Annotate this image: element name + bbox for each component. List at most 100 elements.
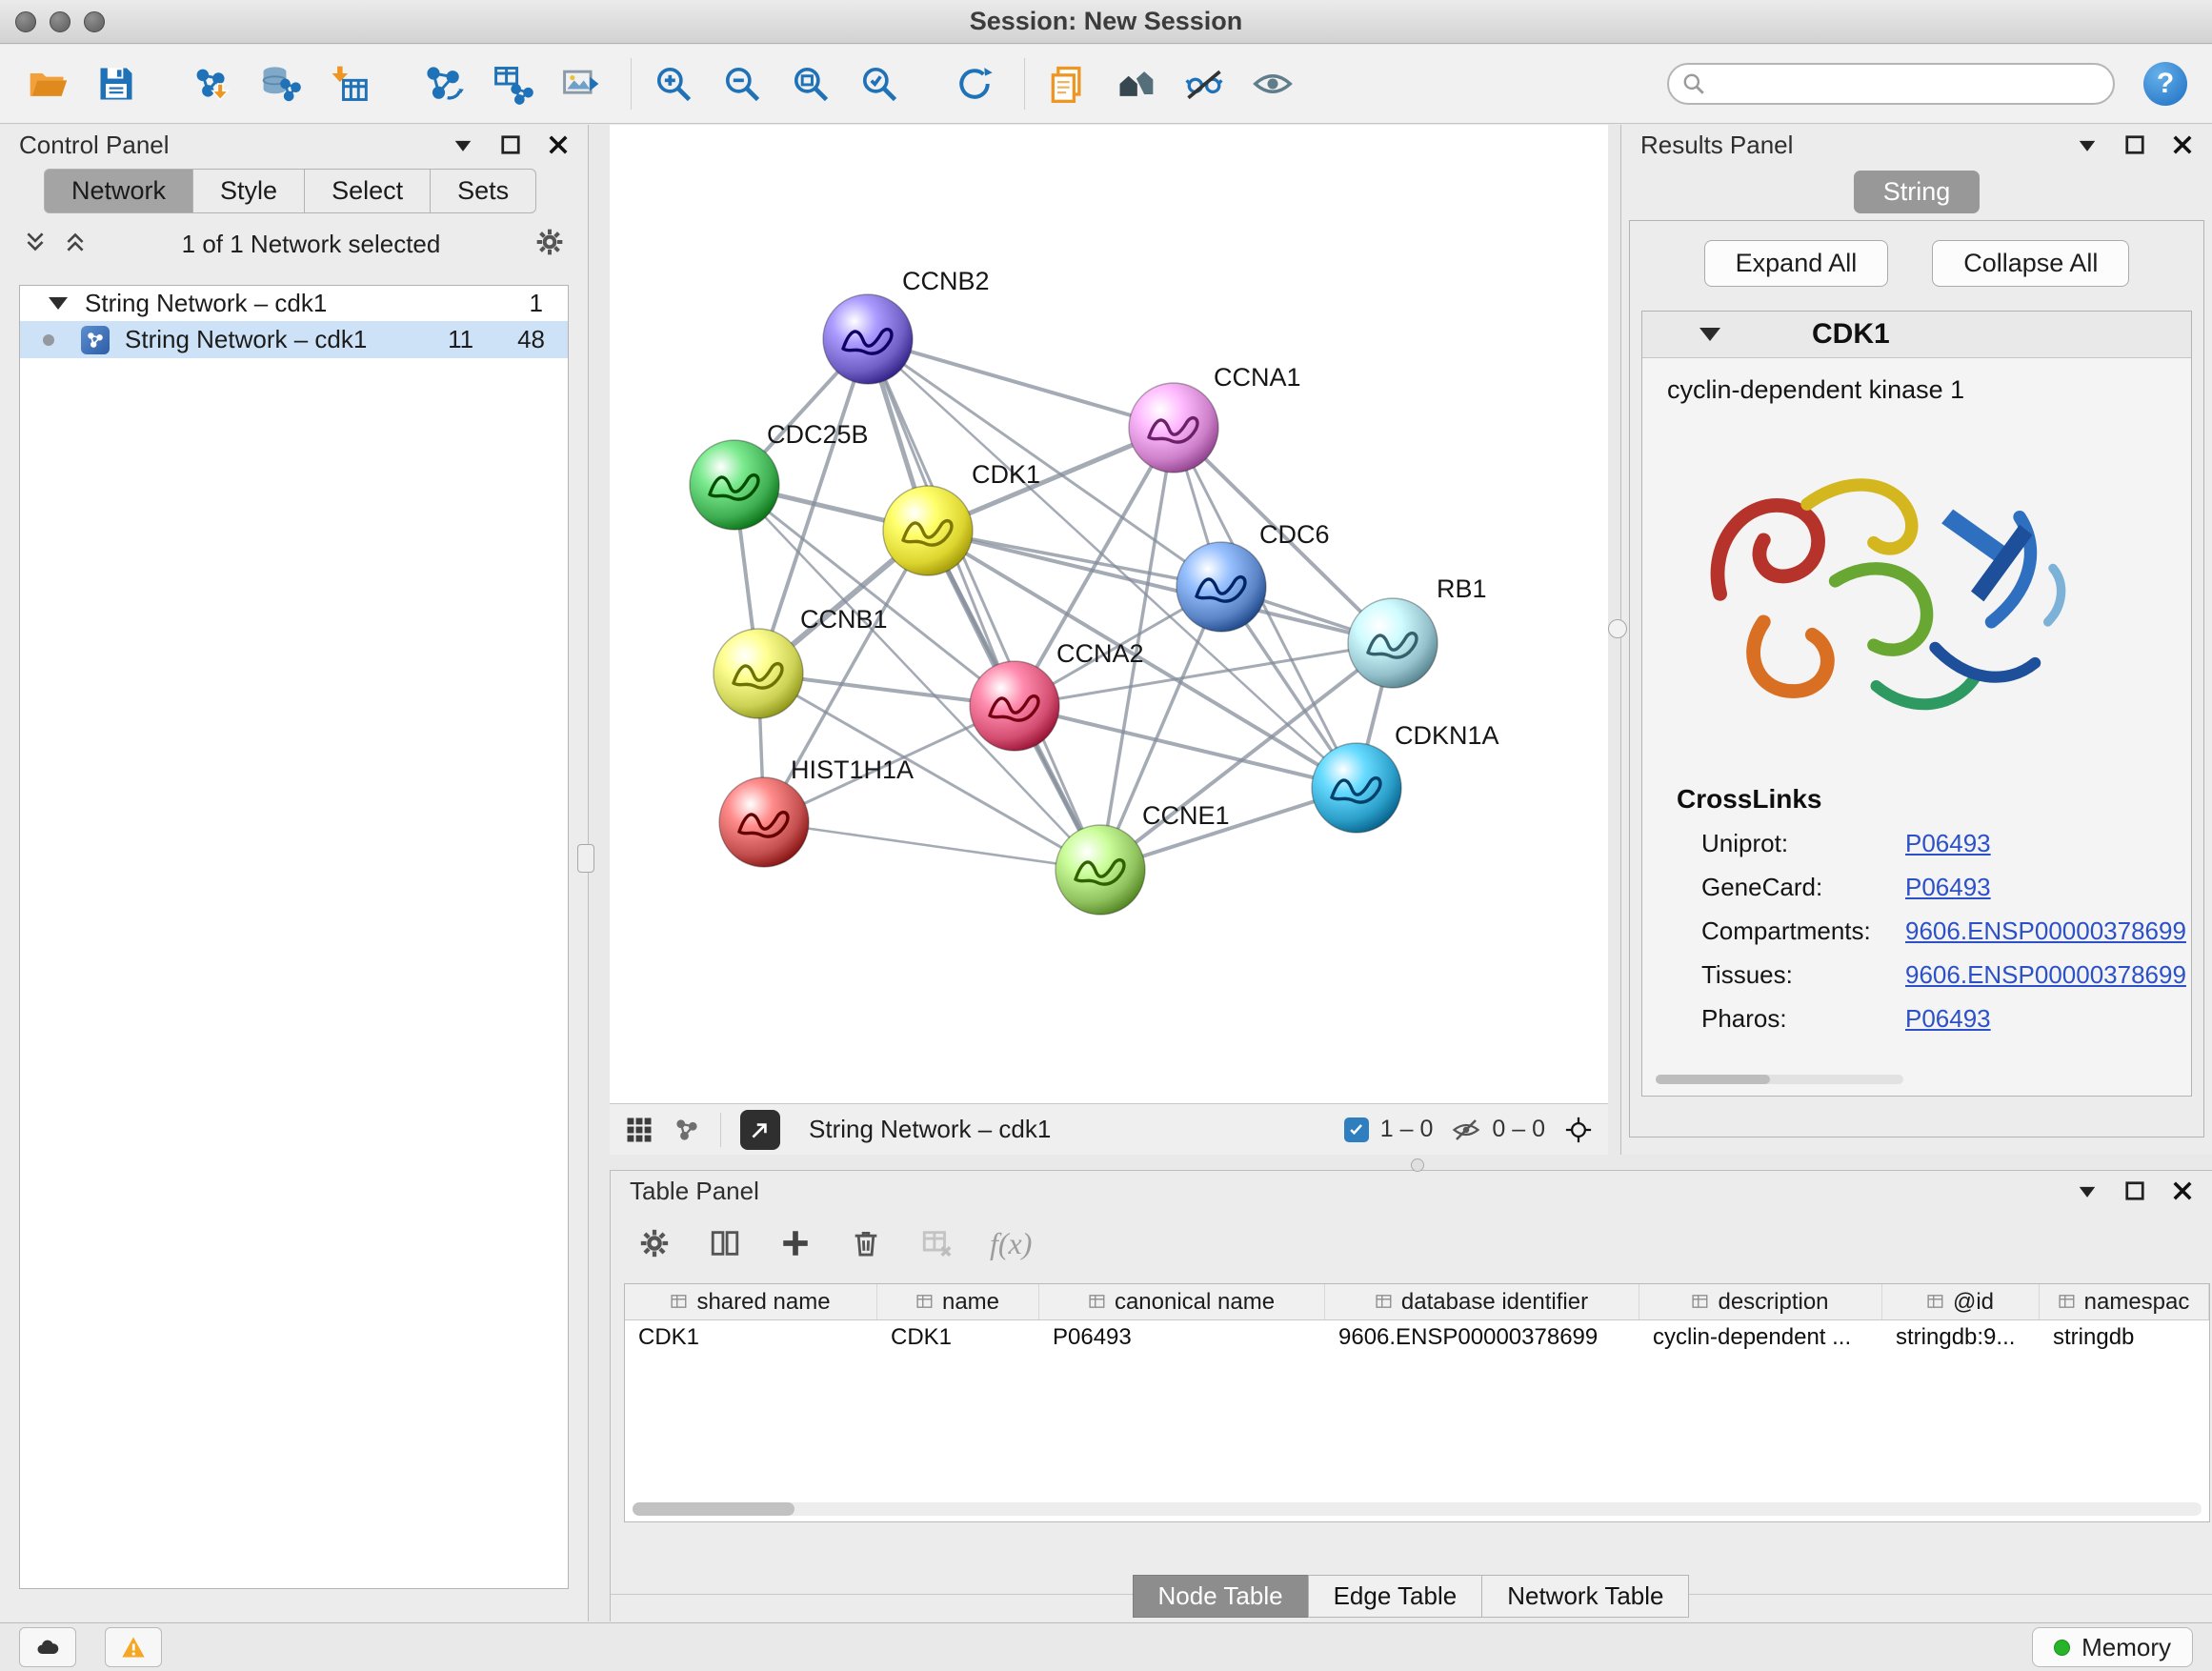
search-input[interactable] bbox=[1667, 63, 2115, 105]
show-all-icon[interactable] bbox=[1250, 61, 1296, 107]
table-row[interactable]: CDK1CDK1P064939606.ENSP00000378699cyclin… bbox=[625, 1320, 2209, 1354]
tab-style[interactable]: Style bbox=[193, 169, 305, 213]
network-node-ccna1[interactable] bbox=[1129, 383, 1218, 473]
function-builder-icon[interactable]: f(x) bbox=[990, 1226, 1032, 1261]
crosslink-link[interactable]: P06493 bbox=[1905, 1004, 1991, 1034]
tab-string[interactable]: String bbox=[1854, 171, 1980, 213]
column-header-name[interactable]: name bbox=[877, 1284, 1039, 1319]
tab-sets[interactable]: Sets bbox=[431, 169, 536, 213]
network-edge[interactable] bbox=[868, 339, 1100, 870]
memory-button[interactable]: Memory bbox=[2032, 1627, 2193, 1667]
network-edge[interactable] bbox=[764, 822, 1100, 870]
collapse-all-button[interactable]: Collapse All bbox=[1932, 240, 2129, 287]
column-header-namespac[interactable]: namespac bbox=[2040, 1284, 2209, 1319]
network-options-gear-icon[interactable] bbox=[534, 227, 565, 262]
panel-close-icon[interactable] bbox=[2172, 1180, 2193, 1201]
network-node-ccna2[interactable] bbox=[970, 661, 1059, 751]
crosslink-link[interactable]: 9606.ENSP00000378699 bbox=[1905, 916, 2186, 946]
expand-all-button[interactable]: Expand All bbox=[1704, 240, 1889, 287]
scrollbar-thumb[interactable] bbox=[633, 1502, 794, 1516]
zoom-fit-icon[interactable] bbox=[788, 61, 834, 107]
right-splitter-handle[interactable] bbox=[1608, 619, 1627, 638]
save-session-icon[interactable] bbox=[93, 61, 139, 107]
network-node-rb1[interactable] bbox=[1348, 598, 1438, 688]
crosslink-label: Uniprot: bbox=[1701, 829, 1905, 858]
table-horizontal-scrollbar[interactable] bbox=[633, 1502, 2202, 1516]
network-node-cdc6[interactable] bbox=[1176, 542, 1266, 632]
gene-section-header[interactable]: CDK1 bbox=[1642, 312, 2191, 358]
panel-close-icon[interactable] bbox=[548, 134, 569, 155]
network-collection-row[interactable]: String Network – cdk1 1 bbox=[20, 286, 568, 321]
table-panel-title: Table Panel bbox=[630, 1177, 759, 1206]
warning-button[interactable] bbox=[105, 1627, 162, 1667]
hidden-eye-icon[interactable] bbox=[1452, 1116, 1480, 1144]
zoom-selected-icon[interactable] bbox=[856, 61, 902, 107]
panel-collapse-icon[interactable] bbox=[2077, 134, 2098, 155]
network-node-label: CCNB1 bbox=[800, 605, 888, 634]
panel-float-icon[interactable] bbox=[2124, 134, 2145, 155]
cloud-status-button[interactable] bbox=[19, 1627, 76, 1667]
column-header--id[interactable]: @id bbox=[1882, 1284, 2040, 1319]
network-row-selected[interactable]: String Network – cdk1 11 48 bbox=[20, 321, 568, 358]
column-header-description[interactable]: description bbox=[1639, 1284, 1882, 1319]
export-image-icon[interactable] bbox=[558, 61, 604, 107]
zoom-in-icon[interactable] bbox=[651, 61, 696, 107]
gene-expand-icon[interactable] bbox=[1699, 328, 1720, 341]
network-node-cdk1[interactable] bbox=[883, 486, 973, 575]
panel-collapse-icon[interactable] bbox=[452, 134, 473, 155]
birds-eye-view-icon[interactable] bbox=[1113, 61, 1158, 107]
tab-select[interactable]: Select bbox=[305, 169, 431, 213]
panel-close-icon[interactable] bbox=[2172, 134, 2193, 155]
tab-edge-table[interactable]: Edge Table bbox=[1308, 1575, 1483, 1618]
new-network-selection-icon[interactable] bbox=[421, 61, 467, 107]
panel-float-icon[interactable] bbox=[500, 134, 521, 155]
open-in-window-button[interactable] bbox=[740, 1110, 780, 1150]
column-header-shared-name[interactable]: shared name bbox=[625, 1284, 877, 1319]
bottom-splitter-handle[interactable] bbox=[1411, 1158, 1424, 1172]
crosshair-move-icon[interactable] bbox=[1564, 1116, 1593, 1144]
grid-layout-icon[interactable] bbox=[625, 1116, 654, 1144]
add-column-icon[interactable] bbox=[778, 1226, 813, 1260]
network-node-ccne1[interactable] bbox=[1056, 825, 1145, 915]
open-session-icon[interactable] bbox=[25, 61, 70, 107]
help-button[interactable]: ? bbox=[2143, 62, 2187, 106]
update-view-icon[interactable] bbox=[952, 61, 997, 107]
tab-node-table[interactable]: Node Table bbox=[1133, 1575, 1309, 1618]
expand-all-networks-icon[interactable] bbox=[63, 230, 88, 259]
clone-network-icon[interactable] bbox=[490, 61, 535, 107]
tab-network-table[interactable]: Network Table bbox=[1481, 1575, 1689, 1618]
tab-network[interactable]: Network bbox=[44, 169, 193, 213]
network-node-ccnb2[interactable] bbox=[823, 294, 913, 384]
table-options-gear-icon[interactable] bbox=[637, 1226, 672, 1260]
network-node-hist1h1a[interactable] bbox=[719, 777, 809, 867]
share-network-icon[interactable] bbox=[673, 1116, 701, 1144]
crosslink-link[interactable]: P06493 bbox=[1905, 873, 1991, 902]
column-header-database-identifier[interactable]: database identifier bbox=[1325, 1284, 1639, 1319]
network-graph[interactable]: CCNB2CCNA1CDC25BCDK1CDC6RB1CCNB1CCNA2CDK… bbox=[610, 125, 1608, 1103]
import-table-icon[interactable] bbox=[326, 61, 372, 107]
panel-float-icon[interactable] bbox=[2124, 1180, 2145, 1201]
panel-collapse-icon[interactable] bbox=[2077, 1180, 2098, 1201]
network-node-cdkn1a[interactable] bbox=[1312, 743, 1401, 833]
delete-column-icon[interactable] bbox=[849, 1226, 883, 1260]
tree-expand-icon[interactable] bbox=[49, 297, 68, 310]
import-network-database-icon[interactable] bbox=[257, 61, 303, 107]
show-columns-icon[interactable] bbox=[708, 1226, 742, 1260]
selected-checkbox-icon[interactable] bbox=[1344, 1117, 1369, 1142]
left-splitter-handle[interactable] bbox=[577, 844, 594, 873]
network-edge[interactable] bbox=[1015, 706, 1357, 788]
crosslink-link[interactable]: 9606.ENSP00000378699 bbox=[1905, 960, 2186, 990]
network-canvas[interactable]: CCNB2CCNA1CDC25BCDK1CDC6RB1CCNB1CCNA2CDK… bbox=[610, 125, 1608, 1103]
scrollbar-thumb[interactable] bbox=[1656, 1075, 1770, 1084]
network-node-cdc25b[interactable] bbox=[690, 440, 779, 530]
crosslink-link[interactable]: P06493 bbox=[1905, 829, 1991, 858]
zoom-out-icon[interactable] bbox=[719, 61, 765, 107]
copy-document-icon[interactable] bbox=[1044, 61, 1090, 107]
import-network-file-icon[interactable] bbox=[189, 61, 234, 107]
network-node-ccnb1[interactable] bbox=[714, 629, 803, 718]
results-horizontal-scrollbar[interactable] bbox=[1656, 1075, 1903, 1084]
hide-selected-icon[interactable] bbox=[1181, 61, 1227, 107]
network-edge[interactable] bbox=[868, 339, 1174, 428]
collapse-all-networks-icon[interactable] bbox=[23, 230, 48, 259]
column-header-canonical-name[interactable]: canonical name bbox=[1039, 1284, 1325, 1319]
